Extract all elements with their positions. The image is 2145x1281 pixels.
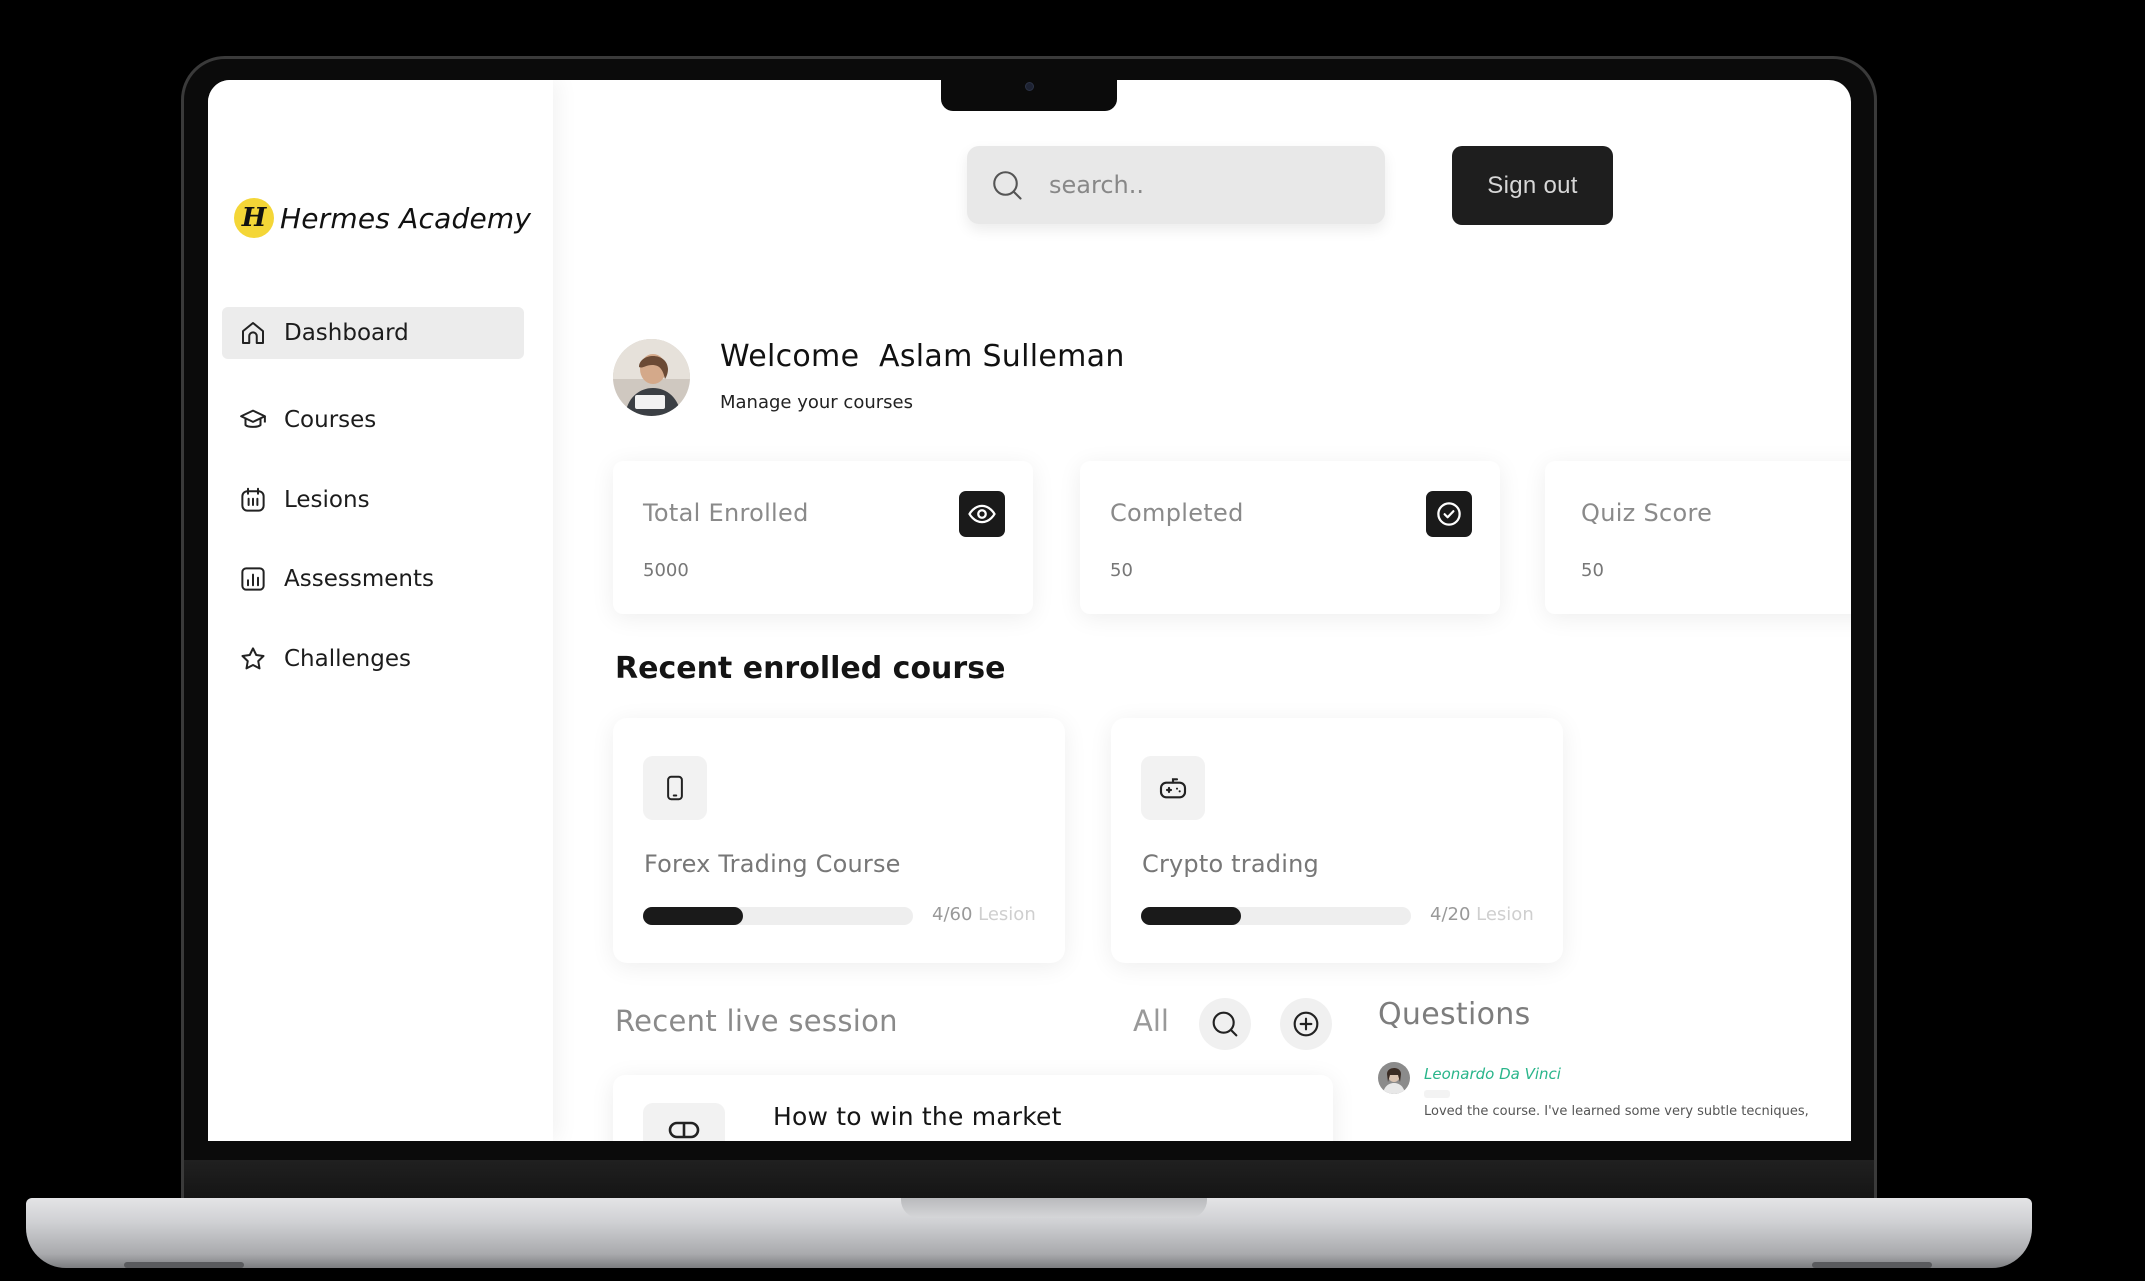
stat-title: Quiz Score: [1581, 499, 1713, 527]
welcome-greeting: Welcome: [720, 339, 860, 374]
sidebar-item-label: Challenges: [284, 646, 411, 672]
smartphone-icon: [667, 775, 683, 801]
stat-title: Total Enrolled: [643, 499, 809, 527]
brand-logo[interactable]: H Hermes Academy: [234, 198, 531, 238]
bar-chart-icon: [241, 567, 265, 591]
course-icon: [643, 756, 707, 820]
stat-icon-button[interactable]: [1426, 491, 1472, 537]
avatar[interactable]: [613, 339, 690, 416]
stat-card-quiz-score[interactable]: Quiz Score 50: [1545, 461, 1851, 614]
lessons-done: 4: [1430, 904, 1442, 925]
user-photo: [613, 339, 690, 416]
lesson-count: 4/60 Lesion: [932, 904, 1036, 925]
stat-card-completed[interactable]: Completed 50: [1080, 461, 1500, 614]
question-meta-placeholder: [1424, 1090, 1450, 1098]
lessons-total: /60: [943, 904, 973, 925]
logo-mark: H: [234, 198, 274, 238]
camera-icon: [1025, 82, 1034, 91]
course-icon: [1141, 756, 1205, 820]
author-photo: [1378, 1062, 1410, 1094]
check-circle-icon: [1437, 502, 1461, 526]
gamepad-icon: [1159, 778, 1187, 799]
sidebar-item-label: Dashboard: [284, 320, 409, 346]
session-search-button[interactable]: [1199, 998, 1251, 1050]
section-title-live-session: Recent live session: [615, 1004, 898, 1038]
sidebar-item-label: Assessments: [284, 566, 434, 592]
lessons-unit: Lesion: [972, 904, 1036, 925]
lessons-unit: Lesion: [1470, 904, 1534, 925]
search-input[interactable]: [1049, 171, 1349, 199]
course-title: Forex Trading Course: [644, 850, 901, 878]
base-notch: [901, 1198, 1207, 1218]
search-bar[interactable]: [967, 146, 1385, 224]
course-card-forex[interactable]: Forex Trading Course 4/60 Lesion: [613, 718, 1065, 963]
plus-circle-icon: [1293, 1011, 1319, 1037]
section-title-recent-courses: Recent enrolled course: [615, 651, 1006, 686]
course-card-crypto[interactable]: Crypto trading 4/20 Lesion: [1111, 718, 1563, 963]
sidebar-item-courses[interactable]: Courses: [222, 394, 524, 446]
camera-notch: [941, 80, 1117, 111]
laptop-hinge: [184, 1160, 1874, 1198]
session-icon: [643, 1103, 725, 1141]
brand-name: Hermes Academy: [280, 201, 532, 235]
sidebar-item-lesions[interactable]: Lesions: [222, 474, 524, 526]
graduation-cap-icon: [240, 409, 266, 428]
question-author-name[interactable]: Leonardo Da Vinci: [1424, 1065, 1561, 1083]
stat-value: 50: [1110, 560, 1133, 581]
sidebar-item-challenges[interactable]: Challenges: [222, 633, 524, 685]
stat-value: 50: [1581, 560, 1604, 581]
search-icon: [993, 171, 1022, 200]
home-icon: [242, 322, 264, 344]
app-screen: H Hermes Academy Dashboard Courses Lesio…: [208, 80, 1851, 1141]
sidebar-item-assessments[interactable]: Assessments: [222, 553, 524, 605]
pill-icon: [668, 1121, 700, 1139]
session-add-button[interactable]: [1280, 998, 1332, 1050]
progress-fill: [643, 907, 743, 925]
sidebar-item-dashboard[interactable]: Dashboard: [222, 307, 524, 359]
user-name: Aslam Sulleman: [879, 339, 1125, 374]
session-card[interactable]: How to win the market: [613, 1075, 1333, 1141]
search-icon: [1212, 1011, 1238, 1037]
course-progress-bar: [643, 907, 913, 925]
lessons-done: 4: [932, 904, 944, 925]
stat-card-total-enrolled[interactable]: Total Enrolled 5000: [613, 461, 1033, 614]
stat-value: 5000: [643, 560, 689, 581]
sidebar-item-label: Lesions: [284, 487, 370, 513]
laptop-foot: [124, 1262, 244, 1268]
sign-out-button[interactable]: Sign out: [1452, 146, 1613, 225]
stat-title: Completed: [1110, 499, 1244, 527]
filter-all-button[interactable]: All: [1133, 1004, 1169, 1038]
course-title: Crypto trading: [1142, 850, 1319, 878]
question-text: Loved the course. I've learned some very…: [1424, 1104, 1809, 1119]
calendar-icon: [241, 487, 265, 512]
lessons-total: /20: [1441, 904, 1471, 925]
sidebar-item-label: Courses: [284, 407, 377, 433]
sidebar: H Hermes Academy Dashboard Courses Lesio…: [208, 80, 553, 1141]
laptop-foot: [1812, 1262, 1932, 1268]
star-icon: [241, 647, 265, 670]
question-author-avatar[interactable]: [1378, 1062, 1410, 1094]
welcome-subtitle: Manage your courses: [720, 392, 913, 413]
course-progress-bar: [1141, 907, 1411, 925]
laptop-base: [26, 1198, 2032, 1268]
eye-icon: [968, 504, 996, 524]
welcome-heading: Welcome Aslam Sulleman: [720, 339, 1125, 374]
session-title: How to win the market: [773, 1102, 1062, 1131]
section-title-questions: Questions: [1378, 997, 1531, 1032]
stat-icon-button[interactable]: [959, 491, 1005, 537]
lesson-count: 4/20 Lesion: [1430, 904, 1534, 925]
progress-fill: [1141, 907, 1241, 925]
